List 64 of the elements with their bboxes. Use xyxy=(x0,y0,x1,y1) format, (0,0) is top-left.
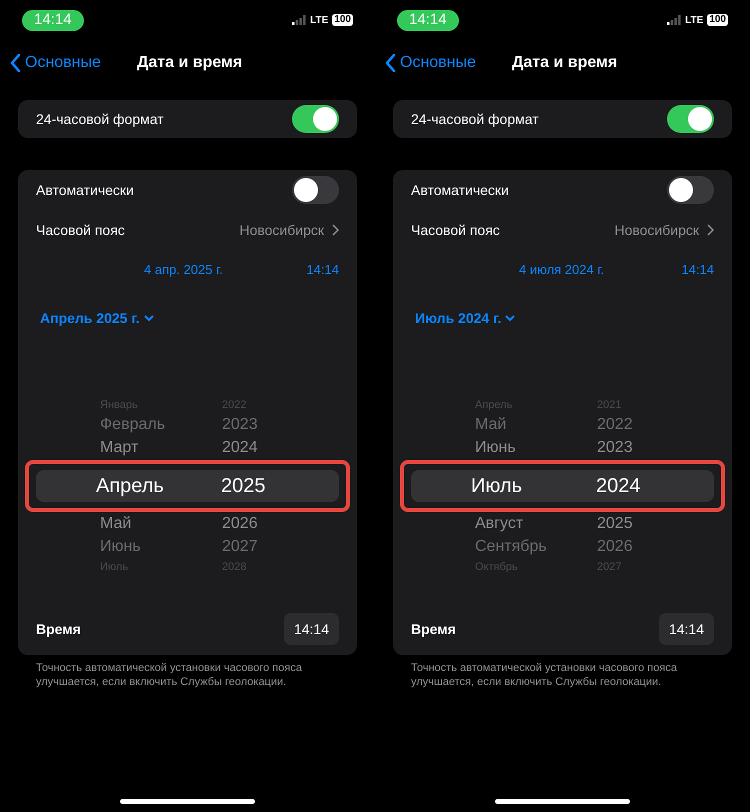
month-option[interactable]: Февраль xyxy=(18,413,222,437)
month-year-button[interactable]: Июль 2024 г. xyxy=(415,308,516,328)
back-chevron-icon xyxy=(385,54,396,72)
timezone-label: Часовой пояс xyxy=(411,220,500,240)
back-chevron-icon xyxy=(10,54,21,72)
status-time: 14:14 xyxy=(22,10,84,30)
year-option[interactable]: 2022 xyxy=(597,413,633,437)
time-value[interactable]: 14:14 xyxy=(681,260,714,280)
auto-label: Автоматически xyxy=(411,180,509,200)
month-option[interactable]: Май xyxy=(18,512,222,536)
time-button[interactable]: 14:14 xyxy=(284,613,339,645)
year-option[interactable]: 2027 xyxy=(222,535,258,559)
month-option[interactable]: Сентябрь xyxy=(393,535,597,559)
footnote: Точность автоматической установки часового пояса улучшается, если включить Службы геолокации. xyxy=(411,661,678,689)
chevron-down-icon xyxy=(505,314,516,322)
toggle-switch[interactable] xyxy=(667,176,714,204)
signal-icon xyxy=(292,15,306,25)
year-option[interactable]: 2024 xyxy=(596,471,640,501)
signal-icon xyxy=(667,15,682,25)
time-value[interactable]: 14:14 xyxy=(306,260,339,280)
toggle-switch[interactable] xyxy=(292,105,339,133)
network-label: LTE xyxy=(685,14,704,28)
year-option[interactable]: 2025 xyxy=(221,471,266,501)
timezone-row[interactable]: Часовой пояс Новосибирск xyxy=(18,210,357,250)
time-label: Время xyxy=(411,620,456,639)
toggle-switch[interactable] xyxy=(667,105,714,133)
toggle-switch[interactable] xyxy=(292,176,339,204)
time-button[interactable]: 14:14 xyxy=(658,613,714,645)
back-button[interactable]: Основные xyxy=(10,51,101,75)
format-label: 24-часовой формат xyxy=(411,110,539,129)
date-value[interactable]: 4 июля 2024 г. xyxy=(519,260,604,280)
page-title: Дата и время xyxy=(512,53,618,73)
timezone-label: Часовой пояс xyxy=(36,220,125,240)
date-value[interactable]: 4 апр. 2025 г. xyxy=(144,260,223,280)
year-option[interactable]: 2026 xyxy=(222,512,258,536)
status-time: 14:14 xyxy=(397,10,459,30)
battery-level: 100 xyxy=(332,14,353,26)
auto-label: Автоматически xyxy=(36,180,134,200)
month-option[interactable]: Июнь xyxy=(18,535,222,559)
month-option[interactable]: Март xyxy=(18,436,222,460)
battery-level: 100 xyxy=(707,14,728,26)
chevron-icon xyxy=(332,224,339,236)
network-label: LTE xyxy=(310,14,328,28)
year-option[interactable]: 2023 xyxy=(597,436,633,460)
month-option[interactable]: Август xyxy=(393,512,597,536)
chevron-icon xyxy=(707,224,714,236)
time-label: Время xyxy=(36,620,81,639)
month-year-button[interactable]: Апрель 2025 г. xyxy=(40,308,154,328)
timezone-row[interactable]: Часовой пояс Новосибирск xyxy=(393,210,732,250)
year-option[interactable]: 2024 xyxy=(222,436,258,460)
month-option[interactable]: Июль xyxy=(411,471,596,501)
format-label: 24-часовой формат xyxy=(36,110,164,129)
back-button[interactable]: Основные xyxy=(385,51,476,75)
timezone-value: Новосибирск xyxy=(239,220,324,240)
footnote: Точность автоматической установки часового пояса улучшается, если включить Службы геолокации. xyxy=(36,661,303,689)
month-option[interactable]: Июнь xyxy=(393,436,597,460)
page-title: Дата и время xyxy=(137,53,242,73)
year-option[interactable]: 2025 xyxy=(597,512,633,536)
month-option[interactable]: Апрель xyxy=(36,471,221,501)
year-option[interactable]: 2023 xyxy=(222,413,258,437)
timezone-value: Новосибирск xyxy=(614,220,699,240)
month-option[interactable]: Май xyxy=(393,413,597,437)
year-option[interactable]: 2026 xyxy=(597,535,633,559)
chevron-down-icon xyxy=(144,314,154,322)
